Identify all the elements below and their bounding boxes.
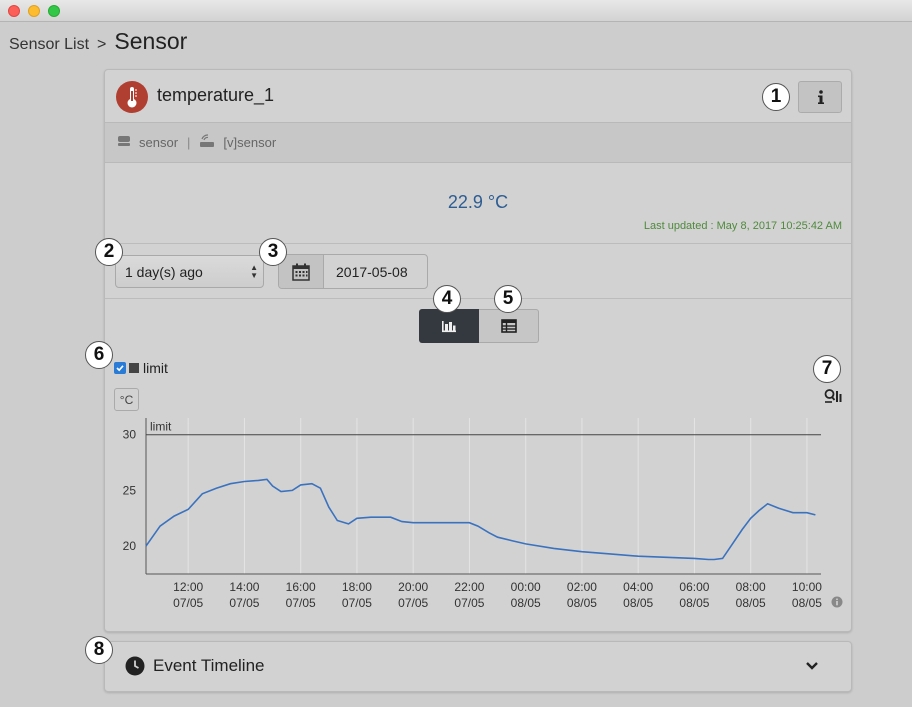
x-tick-date: 07/05 (286, 596, 316, 610)
breadcrumb: Sensor List > Sensor (9, 28, 187, 58)
period-select-value: 1 day(s) ago (125, 264, 203, 280)
x-tick-time: 10:00 (792, 580, 822, 594)
y-tick-label: 30 (123, 428, 137, 442)
sensor-card-header: temperature_1 (105, 70, 851, 123)
date-picker: 2017-05-08 (278, 254, 428, 289)
calendar-button[interactable] (279, 255, 324, 288)
chart-info-icon[interactable] (831, 595, 843, 613)
sensor-type-label: sensor (139, 135, 179, 150)
x-tick-time: 22:00 (454, 580, 484, 594)
limit-line-label: limit (150, 420, 172, 434)
x-tick-time: 12:00 (173, 580, 203, 594)
callout-badge-7: 7 (813, 355, 841, 383)
window-maximize-button[interactable] (48, 5, 60, 17)
callout-badge-5: 5 (494, 285, 522, 313)
chart-legend: limit (114, 360, 168, 376)
callout-badge-2: 2 (95, 238, 123, 266)
x-tick-time: 14:00 (229, 580, 259, 594)
table-view-button[interactable] (479, 309, 539, 343)
callout-badge-1: 1 (762, 83, 790, 111)
x-tick-date: 07/05 (229, 596, 259, 610)
breadcrumb-separator: > (97, 36, 107, 53)
limit-checkbox[interactable] (114, 362, 126, 374)
unit-button[interactable]: °C (114, 388, 139, 411)
event-timeline-title: Event Timeline (153, 656, 265, 675)
select-arrows-icon: ▲ ▼ (250, 263, 258, 280)
temperature-chart: 12:00 07/05 14:00 07/05 16:00 07/05 18:00 07/05… (123, 418, 822, 610)
current-value-panel: 22.9 °C Last updated : May 8, 2017 10:25… (105, 164, 851, 244)
info-icon (818, 90, 824, 104)
chevron-down-icon[interactable] (805, 658, 819, 676)
date-input[interactable]: 2017-05-08 (324, 255, 427, 288)
zoom-reset-icon[interactable] (823, 388, 843, 409)
x-tick-time: 16:00 (286, 580, 316, 594)
callout-badge-6: 6 (85, 341, 113, 369)
view-toggle (419, 309, 539, 343)
breadcrumb-sensor-list-link[interactable]: Sensor List (9, 36, 89, 54)
current-value: 22.9 °C (447, 192, 509, 212)
x-tick-date: 08/05 (511, 596, 541, 610)
x-tick-time: 08:00 (736, 580, 766, 594)
legend-label: limit (143, 360, 168, 376)
meta-divider: | (187, 135, 191, 150)
device-icon (117, 135, 131, 150)
x-tick-time: 00:00 (511, 580, 541, 594)
x-tick-time: 06:00 (679, 580, 709, 594)
x-tick-date: 08/05 (792, 596, 822, 610)
calendar-icon (292, 263, 310, 281)
callout-badge-3: 3 (259, 238, 287, 266)
gateway-label[interactable]: [v]sensor (223, 135, 276, 150)
x-tick-date: 07/05 (398, 596, 428, 610)
x-tick-date: 08/05 (623, 596, 653, 610)
x-tick-time: 04:00 (623, 580, 653, 594)
callout-badge-8: 8 (85, 636, 113, 664)
window-titlebar (0, 0, 912, 22)
x-tick-date: 07/05 (342, 596, 372, 610)
temperature-series-line (145, 478, 816, 561)
x-tick-date: 07/05 (454, 596, 484, 610)
x-tick-date: 08/05 (567, 596, 597, 610)
sensor-meta-bar: sensor | [v]sensor (105, 123, 851, 163)
period-select[interactable]: 1 day(s) ago ▲ ▼ (115, 255, 264, 288)
sensor-card: temperature_1 sensor | [v]sensor 22.9 °C… (104, 69, 852, 632)
x-tick-date: 07/05 (173, 596, 203, 610)
sensor-name: temperature_1 (157, 85, 275, 105)
callout-badge-4: 4 (433, 285, 461, 313)
chart-view-button[interactable] (419, 309, 479, 343)
clock-icon (125, 656, 145, 681)
x-tick-time: 18:00 (342, 580, 372, 594)
query-controls: 1 day(s) ago ▲ ▼ 2017-05-08 (105, 245, 851, 299)
x-tick-time: 20:00 (398, 580, 428, 594)
x-tick-date: 08/05 (679, 596, 709, 610)
thermometer-icon (116, 81, 148, 113)
checkmark-icon (116, 365, 124, 372)
table-icon (500, 319, 517, 333)
y-tick-label: 20 (123, 539, 137, 553)
page-title: Sensor (114, 28, 188, 54)
x-tick-time: 02:00 (567, 580, 597, 594)
last-updated-text: Last updated : May 8, 2017 10:25:42 AM (643, 220, 842, 232)
x-tick-date: 08/05 (736, 596, 766, 610)
y-tick-label: 25 (123, 483, 137, 497)
gateway-icon (199, 134, 215, 151)
event-timeline-card[interactable]: Event Timeline (104, 641, 852, 692)
info-button[interactable] (798, 81, 842, 113)
window-minimize-button[interactable] (28, 5, 40, 17)
limit-swatch (129, 363, 139, 373)
window-close-button[interactable] (8, 5, 20, 17)
bar-chart-icon (442, 321, 456, 333)
